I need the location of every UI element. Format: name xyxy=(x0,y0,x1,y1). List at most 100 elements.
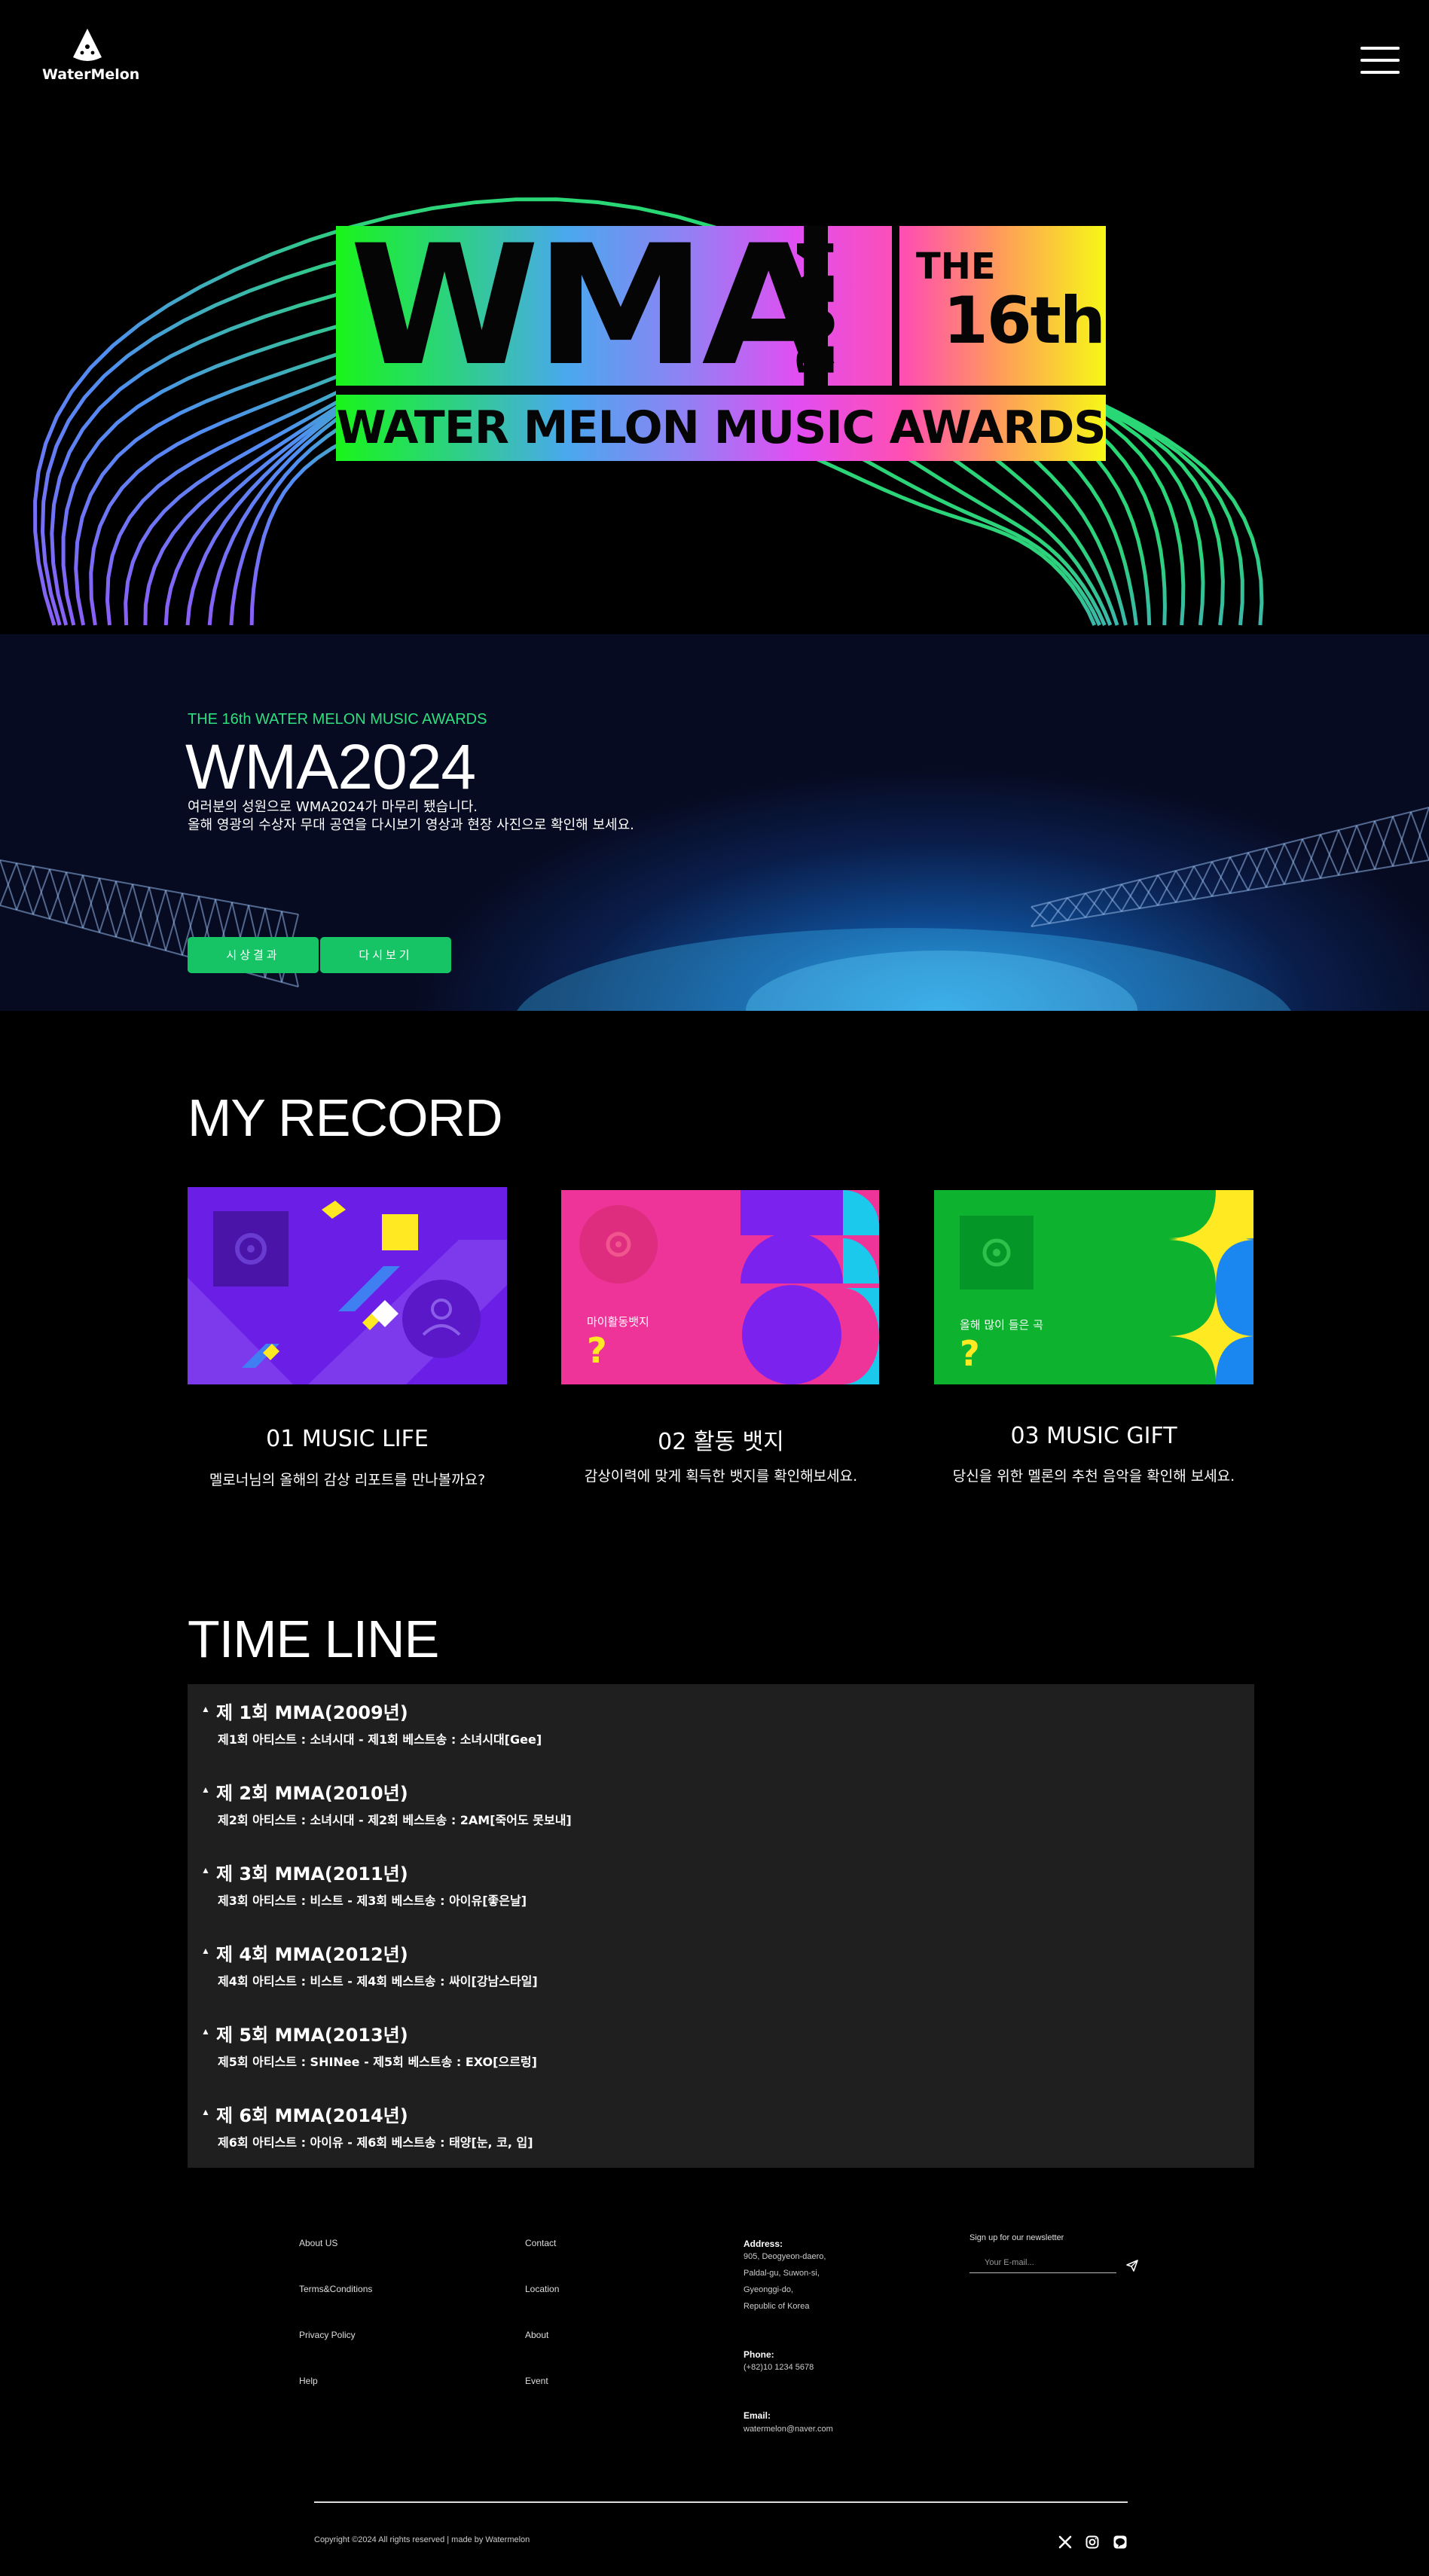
truss-line xyxy=(32,865,50,870)
truss-line xyxy=(1374,865,1394,870)
truss-line xyxy=(1247,847,1267,853)
truss-line xyxy=(1085,914,1104,918)
truss-line xyxy=(1157,902,1177,906)
address-text: 905, Deogyeon-daero, Paldal-gu, Suwon-si… xyxy=(744,2252,826,2311)
card-title: 02 활동 뱃지 xyxy=(658,1429,784,1455)
truss-line xyxy=(1338,871,1357,876)
email-text[interactable]: watermelon@naver.com xyxy=(744,2421,833,2437)
truss-line xyxy=(1302,877,1321,882)
wma-logo: WMA 2024 THE 16th WATER MELON MUSIC AWAR… xyxy=(336,209,1106,461)
record-card-badge[interactable]: 마이활동뱃지 ? xyxy=(561,1190,879,1384)
truss-line xyxy=(215,899,233,903)
question-mark: ? xyxy=(960,1333,980,1374)
replay-button[interactable]: 다시보기 xyxy=(320,937,451,973)
stage-description: 여러분의 성원으로 WMA2024가 마무리 됐습니다. 올해 영광의 수상자 … xyxy=(188,799,634,833)
line-icon[interactable] xyxy=(1113,2535,1128,2550)
truss-line xyxy=(1139,905,1159,909)
truss-line xyxy=(281,981,299,987)
x-twitter-icon[interactable] xyxy=(1058,2535,1073,2550)
footer-link-contact[interactable]: Contact xyxy=(525,2238,556,2248)
stage-banner: THE 16th WATER MELON MUSIC AWARDS WMA202… xyxy=(0,634,1429,1011)
site-logo[interactable]: WaterMelon xyxy=(42,27,140,83)
send-icon[interactable] xyxy=(1125,2259,1139,2272)
truss-line xyxy=(1374,816,1394,822)
footer-link-event[interactable]: Event xyxy=(525,2376,548,2386)
truss-line xyxy=(182,893,200,897)
truss-line xyxy=(1067,897,1086,918)
truss-line xyxy=(66,871,84,876)
truss-line xyxy=(264,977,282,983)
record-card-gift[interactable]: 올해 많이 들은 곡 ? xyxy=(934,1190,1253,1384)
truss-line xyxy=(1320,829,1339,835)
footer-link-location[interactable]: Location xyxy=(525,2284,559,2294)
truss-line xyxy=(1410,807,1429,813)
truss-line xyxy=(165,890,183,894)
truss-line xyxy=(1229,852,1249,858)
triangle-up-icon: ▲ xyxy=(201,1704,210,1714)
footer-link-about-us[interactable]: About US xyxy=(299,2238,337,2248)
truss-line xyxy=(264,908,282,912)
truss-line xyxy=(1193,865,1213,897)
record-card-music-life[interactable] xyxy=(188,1187,507,1384)
truss-line xyxy=(1211,856,1231,862)
wma-logo-year: 2024 xyxy=(787,235,846,377)
truss-line xyxy=(248,972,266,978)
stage-eyebrow: THE 16th WATER MELON MUSIC AWARDS xyxy=(188,711,487,728)
phone-label: Phone: xyxy=(744,2349,774,2360)
truss-line xyxy=(1266,884,1285,888)
truss-line xyxy=(115,881,133,885)
truss-line xyxy=(198,896,216,900)
truss-line xyxy=(115,936,133,942)
footer-link-terms[interactable]: Terms&Conditions xyxy=(299,2284,372,2294)
card-description: 멜로너님의 올해의 감상 리포트를 만나볼까요? xyxy=(209,1472,486,1488)
footer-link-help[interactable]: Help xyxy=(299,2376,318,2386)
truss-line xyxy=(1121,908,1140,912)
truss-line xyxy=(32,914,50,920)
hamburger-menu-icon[interactable] xyxy=(1360,47,1400,74)
logo-text: WaterMelon xyxy=(42,66,140,83)
card-description: 당신을 위한 멜론의 추천 음악을 확인해 보세요. xyxy=(952,1468,1235,1485)
results-button[interactable]: 시상결과 xyxy=(188,937,319,973)
question-mark: ? xyxy=(587,1330,607,1371)
truss-line xyxy=(1121,884,1140,909)
truss-line xyxy=(1410,859,1429,864)
truss-line xyxy=(1266,843,1285,849)
truss-line xyxy=(1031,906,1050,924)
truss-line xyxy=(16,862,34,867)
newsletter-email-input[interactable] xyxy=(969,2252,1116,2273)
card-overlay-label: 올해 많이 들은 곡 xyxy=(960,1318,1043,1332)
truss-line xyxy=(1247,887,1267,891)
footer-link-about[interactable]: About xyxy=(525,2330,548,2340)
truss-line xyxy=(1302,834,1321,840)
truss-line xyxy=(1320,874,1339,879)
truss-line xyxy=(248,905,266,909)
truss-line xyxy=(132,884,150,888)
truss-line xyxy=(1229,890,1249,894)
triangle-up-icon: ▲ xyxy=(201,2107,210,2117)
card-overlay-label: 마이활동뱃지 xyxy=(587,1315,649,1329)
truss-line xyxy=(1067,917,1086,921)
truss-line xyxy=(1193,896,1213,900)
footer-link-privacy[interactable]: Privacy Policy xyxy=(299,2330,356,2340)
truss-line xyxy=(1175,899,1195,903)
truss-line xyxy=(132,941,150,947)
truss-line xyxy=(1284,838,1303,844)
truss-line xyxy=(1103,888,1122,912)
truss-line xyxy=(16,909,34,915)
wma-logo-main: WMA xyxy=(350,209,835,402)
wma-logo-the: THE xyxy=(916,246,996,288)
triangle-up-icon: ▲ xyxy=(201,1865,210,1876)
phone-text: (+82)10 1234 5678 xyxy=(744,2363,814,2372)
truss-line xyxy=(148,945,166,951)
instagram-icon[interactable] xyxy=(1085,2535,1100,2550)
stage-title: WMA2024 xyxy=(185,731,476,802)
truss-line xyxy=(231,902,249,906)
email-label: Email: xyxy=(744,2410,771,2421)
truss-line xyxy=(1392,862,1412,867)
watermelon-logo-icon xyxy=(73,29,102,63)
truss-line xyxy=(1085,893,1104,915)
my-record-title: MY RECORD xyxy=(188,1088,503,1147)
card-description: 감상이력에 맞게 획득한 뱃지를 확인해보세요. xyxy=(584,1468,858,1485)
truss-line xyxy=(82,874,100,879)
truss-line xyxy=(1049,902,1068,921)
